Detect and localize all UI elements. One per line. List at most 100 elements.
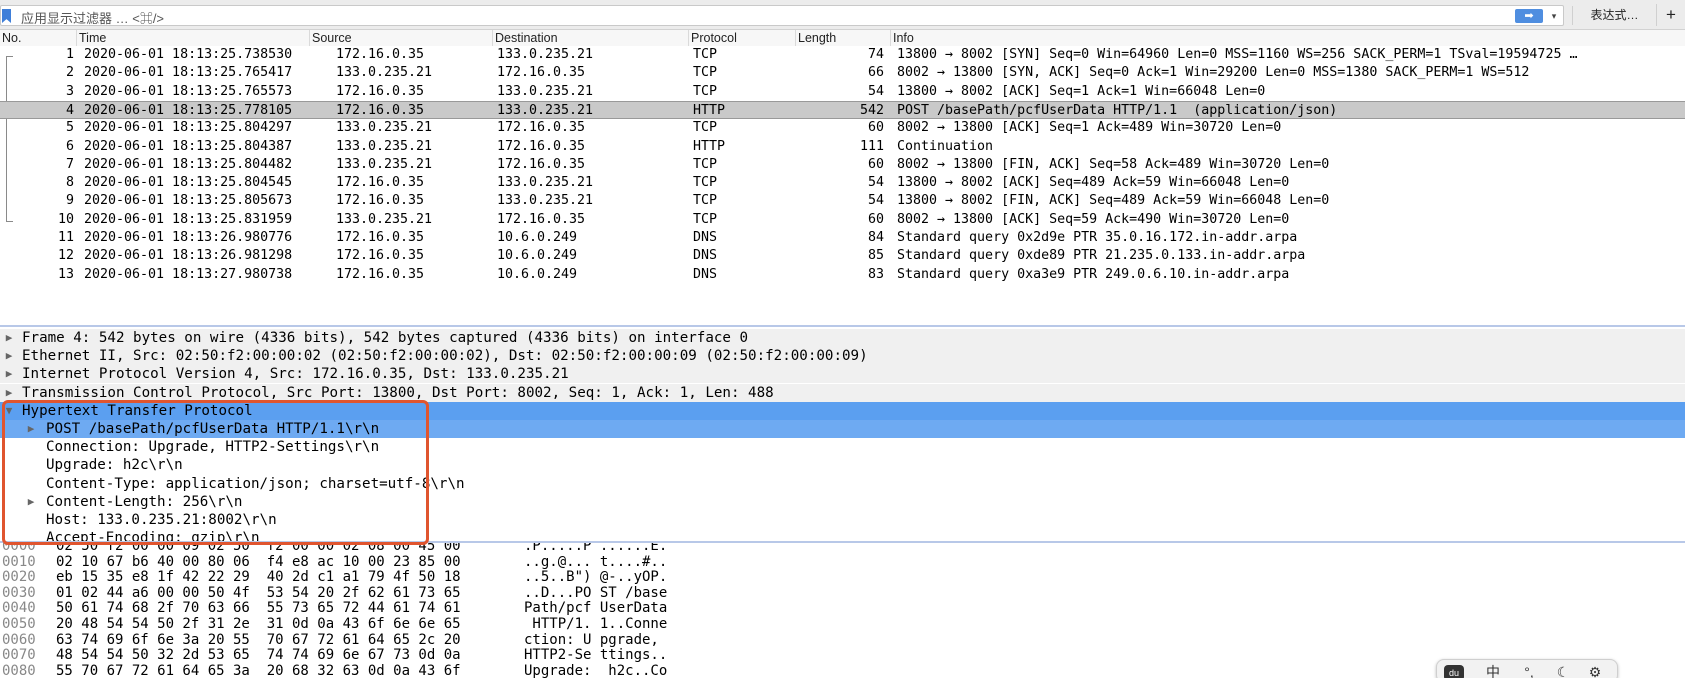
- expand-right-icon[interactable]: ▶: [2, 329, 16, 347]
- packet-no: 7: [65, 156, 74, 172]
- packet-source: 172.16.0.35: [336, 47, 425, 62]
- packet-destination: 10.6.0.249: [497, 266, 578, 282]
- packet-row[interactable]: 8 2020-06-01 18:13:25.804545 172.16.0.35 13…: [0, 174, 1685, 192]
- packet-length: 542: [859, 102, 884, 118]
- bytes-offset: 0050: [2, 616, 36, 632]
- packet-no: 4: [65, 102, 74, 118]
- packet-info: Standard query 0x2d9e PTR 35.0.16.172.in…: [897, 230, 1298, 245]
- annotation-highlight-box: [2, 400, 429, 545]
- packet-row[interactable]: 3 2020-06-01 18:13:25.765573 172.16.0.35 13…: [0, 83, 1685, 101]
- packet-protocol: TCP: [693, 83, 718, 99]
- packet-list[interactable]: 1 2020-06-01 18:13:25.738530 172.16.0.35 13…: [0, 46, 1685, 324]
- column-header-info[interactable]: Info: [890, 30, 1685, 47]
- ime-logo-icon[interactable]: du: [1443, 662, 1465, 678]
- column-header-time[interactable]: Time: [76, 30, 309, 47]
- packet-info: POST /basePath/pcfUserData HTTP/1.1 (app…: [897, 102, 1338, 118]
- bytes-hex: 48 54 54 50 32 2d 53 65 74 74 69 6e 67 7…: [56, 647, 461, 664]
- packet-row[interactable]: 9 2020-06-01 18:13:25.805673 172.16.0.35 13…: [0, 192, 1685, 210]
- packet-list-header: No. Time Source Destination Protocol Len…: [0, 30, 1685, 47]
- packet-row[interactable]: 7 2020-06-01 18:13:25.804482 133.0.235.21 1…: [0, 156, 1685, 174]
- packet-length: 54: [867, 193, 884, 209]
- bytes-ascii: Upgrade: h2c..Co: [524, 662, 668, 678]
- packet-destination: 172.16.0.35: [497, 138, 586, 154]
- packet-row[interactable]: 12 2020-06-01 18:13:26.981298 172.16.0.35 1…: [0, 247, 1685, 265]
- packet-protocol: TCP: [693, 156, 718, 172]
- packet-source: 133.0.235.21: [336, 138, 433, 154]
- bytes-row[interactable]: 0030 01 02 44 a6 00 00 50 4f 53 54 20 2f …: [0, 585, 1685, 601]
- packet-row[interactable]: 2 2020-06-01 18:13:25.765417 133.0.235.21 1…: [0, 64, 1685, 82]
- bytes-row[interactable]: 0010 02 10 67 b6 40 00 80 06 f4 e8 ac 10 …: [0, 554, 1685, 570]
- bytes-row[interactable]: 0050 20 48 54 54 50 2f 31 2e 31 0d 0a 43 …: [0, 616, 1685, 632]
- column-header-no[interactable]: No.: [0, 30, 76, 47]
- packet-destination: 133.0.235.21: [497, 175, 594, 191]
- bytes-row[interactable]: 0080 55 70 67 72 61 64 65 3a 20 68 32 63 …: [0, 663, 1685, 678]
- bytes-ascii: .P.....P ......E.: [524, 541, 668, 554]
- bytes-offset: 0040: [2, 600, 36, 617]
- bytes-offset: 0030: [2, 584, 36, 601]
- packet-destination: 172.16.0.35: [497, 211, 586, 227]
- packet-length: 74: [867, 47, 884, 62]
- bytes-hex: 50 61 74 68 2f 70 63 66 55 73 65 72 44 6…: [56, 600, 461, 617]
- bytes-offset: 0010: [2, 553, 36, 570]
- packet-no: 12: [57, 248, 74, 264]
- bytes-row[interactable]: 0060 63 74 69 6f 6e 3a 20 55 70 67 72 61 …: [0, 632, 1685, 648]
- packet-row[interactable]: 6 2020-06-01 18:13:25.804387 133.0.235.21 1…: [0, 138, 1685, 156]
- packet-no: 10: [57, 211, 74, 227]
- ime-punctuation-button[interactable]: °,: [1517, 662, 1541, 678]
- packet-source: 172.16.0.35: [336, 175, 425, 191]
- packet-source: 172.16.0.35: [336, 102, 425, 118]
- apply-filter-button[interactable]: ➡: [1515, 9, 1543, 23]
- bytes-row[interactable]: 0070 48 54 54 50 32 2d 53 65 74 74 69 6e …: [0, 647, 1685, 663]
- packet-no: 11: [57, 230, 74, 245]
- packet-row[interactable]: 10 2020-06-01 18:13:25.831959 133.0.235.21…: [0, 211, 1685, 229]
- packet-row[interactable]: 1 2020-06-01 18:13:25.738530 172.16.0.35 13…: [0, 46, 1685, 64]
- packet-info: 8002 → 13800 [ACK] Seq=59 Ack=490 Win=30…: [897, 211, 1290, 227]
- detail-row[interactable]: ▶ Ethernet II, Src: 02:50:f2:00:00:02 (02…: [0, 347, 1685, 366]
- bytes-ascii: Path/pcf UserData: [524, 600, 668, 617]
- packet-info: 13800 → 8002 [SYN] Seq=0 Win=64960 Len=0…: [897, 47, 1578, 62]
- packet-row[interactable]: 4 2020-06-01 18:13:25.778105 172.16.0.35 13…: [0, 100, 1685, 119]
- expand-right-icon[interactable]: ▶: [2, 347, 16, 365]
- column-header-length[interactable]: Length: [795, 30, 890, 47]
- expand-right-icon[interactable]: ▶: [2, 384, 16, 402]
- expand-right-icon[interactable]: ▶: [2, 365, 16, 383]
- filter-placeholder: 应用显示过滤器 … <⌘/>: [21, 11, 165, 26]
- packet-bytes-pane[interactable]: 0000 02 50 f2 00 00 09 02 50 f2 00 00 02 …: [0, 541, 1685, 678]
- packet-info: Continuation: [897, 138, 994, 154]
- packet-source: 133.0.235.21: [336, 211, 433, 227]
- bytes-row[interactable]: 0040 50 61 74 68 2f 70 63 66 55 73 65 72 …: [0, 600, 1685, 616]
- packet-time: 2020-06-01 18:13:25.805673: [84, 193, 293, 209]
- packet-protocol: TCP: [693, 193, 718, 209]
- ime-chinese-mode-button[interactable]: 中: [1481, 662, 1505, 678]
- bytes-ascii: HTTP/1. 1..Conne: [524, 616, 668, 632]
- detail-row[interactable]: ▶ Internet Protocol Version 4, Src: 172.1…: [0, 365, 1685, 384]
- packet-no: 9: [65, 193, 74, 209]
- packet-info: 13800 → 8002 [FIN, ACK] Seq=489 Ack=59 W…: [897, 193, 1330, 209]
- packet-length: 60: [867, 120, 884, 136]
- packet-length: 83: [867, 266, 884, 282]
- column-header-destination[interactable]: Destination: [492, 30, 688, 47]
- packet-row[interactable]: 11 2020-06-01 18:13:26.980776 172.16.0.35 1…: [0, 229, 1685, 247]
- detail-row[interactable]: ▶ Frame 4: 542 bytes on wire (4336 bits),…: [0, 329, 1685, 347]
- add-filter-button[interactable]: +: [1656, 4, 1685, 26]
- detail-row[interactable]: ▶ Transmission Control Protocol, Src Port…: [0, 383, 1685, 402]
- ime-night-mode-icon[interactable]: ☾: [1551, 662, 1575, 678]
- packet-time: 2020-06-01 18:13:25.804545: [84, 175, 293, 191]
- packet-row[interactable]: 5 2020-06-01 18:13:25.804297 133.0.235.21 1…: [0, 119, 1685, 137]
- packet-destination: 10.6.0.249: [497, 248, 578, 264]
- packet-time: 2020-06-01 18:13:25.738530: [84, 47, 293, 62]
- display-filter-input[interactable]: 应用显示过滤器 … <⌘/> ➡ ▾: [0, 5, 1564, 26]
- packet-no: 6: [65, 138, 74, 154]
- packet-info: 8002 → 13800 [ACK] Seq=1 Ack=489 Win=307…: [897, 120, 1282, 136]
- column-header-source[interactable]: Source: [309, 30, 492, 47]
- expression-button[interactable]: 表达式…: [1572, 6, 1656, 25]
- filter-bookmark-icon[interactable]: [2, 9, 11, 23]
- ime-settings-icon[interactable]: ⚙: [1583, 662, 1607, 678]
- packet-protocol: TCP: [693, 47, 718, 62]
- packet-source: 172.16.0.35: [336, 248, 425, 264]
- packet-protocol: TCP: [693, 120, 718, 136]
- packet-row[interactable]: 13 2020-06-01 18:13:27.980738 172.16.0.35 1…: [0, 266, 1685, 284]
- column-header-protocol[interactable]: Protocol: [688, 30, 795, 47]
- bytes-row[interactable]: 0020 eb 15 35 e8 1f 42 22 29 40 2d c1 a1 …: [0, 569, 1685, 585]
- filter-history-dropdown-icon[interactable]: ▾: [1547, 8, 1561, 24]
